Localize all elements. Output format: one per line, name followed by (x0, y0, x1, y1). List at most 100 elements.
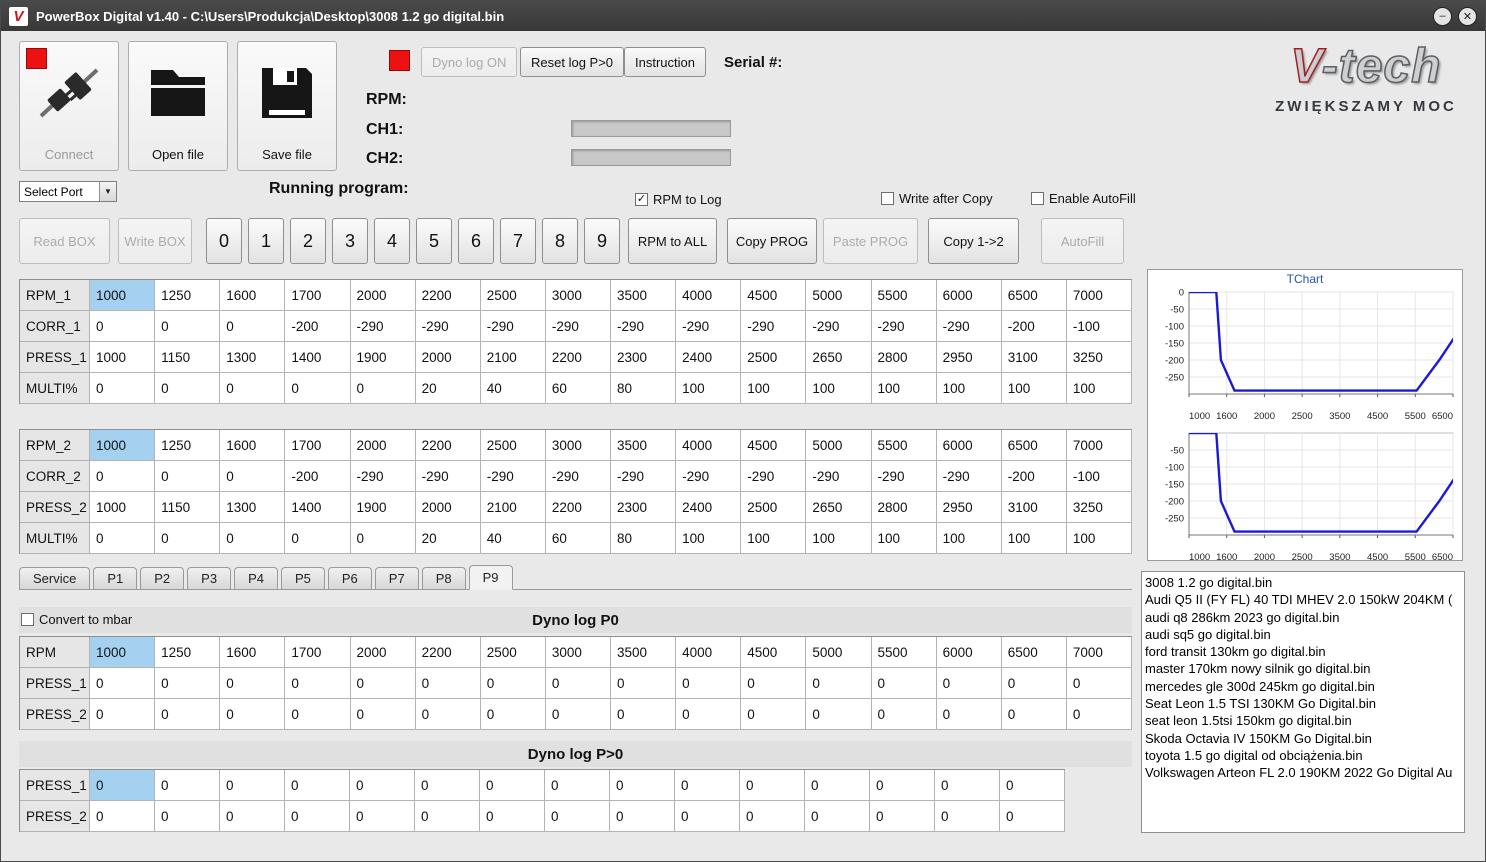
table-cell[interactable]: 0 (350, 770, 415, 801)
table-cell[interactable]: 1250 (155, 637, 221, 668)
checkbox-box-icon[interactable] (881, 192, 894, 205)
table-cell[interactable]: 0 (415, 668, 481, 699)
table-cell[interactable]: 7000 (1066, 637, 1132, 668)
table-cell[interactable]: 2300 (611, 492, 677, 523)
table-cell[interactable]: 5000 (806, 280, 872, 311)
table-cell[interactable]: 0 (90, 770, 155, 801)
table-cell[interactable]: 4500 (741, 637, 807, 668)
table-cell[interactable]: 0 (675, 770, 740, 801)
table-cell[interactable]: 0 (155, 699, 221, 730)
table-cell[interactable]: 0 (220, 770, 285, 801)
table-cell[interactable]: 7000 (1066, 430, 1132, 461)
table-cell[interactable]: -290 (806, 311, 872, 342)
table-cell[interactable]: 0 (871, 668, 937, 699)
table-cell[interactable]: 0 (90, 801, 155, 832)
table-cell[interactable]: 1150 (155, 342, 221, 373)
table-cell[interactable]: 0 (676, 668, 742, 699)
table-cell[interactable]: 0 (545, 801, 610, 832)
table-cell[interactable]: -290 (741, 311, 807, 342)
table-cell[interactable]: 0 (415, 770, 480, 801)
table-cell[interactable]: 0 (220, 699, 286, 730)
table-cell[interactable]: 6500 (1001, 430, 1067, 461)
table-cell[interactable]: -100 (1066, 311, 1132, 342)
table-cell[interactable]: 0 (610, 770, 675, 801)
table-cell[interactable]: 0 (415, 699, 481, 730)
table-cell[interactable]: 3000 (545, 280, 611, 311)
digit-button-7[interactable]: 7 (500, 218, 536, 264)
digit-button-4[interactable]: 4 (374, 218, 410, 264)
tab-p6[interactable]: P6 (327, 567, 372, 589)
table-cell[interactable]: 1150 (155, 492, 221, 523)
table-cell[interactable]: 4500 (741, 430, 807, 461)
table-cell[interactable]: 0 (90, 461, 156, 492)
table-cell[interactable]: 6500 (1001, 637, 1067, 668)
table-cell[interactable]: 2800 (871, 492, 937, 523)
table-cell[interactable]: 1600 (220, 637, 286, 668)
table-cell[interactable]: 0 (155, 801, 220, 832)
table-cell[interactable]: 2000 (415, 342, 481, 373)
table-cell[interactable]: 4000 (676, 637, 742, 668)
digit-button-3[interactable]: 3 (332, 218, 368, 264)
table-cell[interactable]: 1300 (220, 342, 286, 373)
table-cell[interactable]: 4500 (741, 280, 807, 311)
table-cell[interactable]: 0 (285, 523, 351, 554)
table-cell[interactable]: 0 (740, 801, 805, 832)
table-cell[interactable]: 7000 (1066, 280, 1132, 311)
table-cell[interactable]: -290 (936, 461, 1002, 492)
table-cell[interactable]: 80 (611, 523, 677, 554)
table-cell[interactable]: 1600 (220, 280, 286, 311)
table-cell[interactable]: 0 (545, 699, 611, 730)
table-cell[interactable]: -290 (415, 311, 481, 342)
table-cell[interactable]: 40 (480, 523, 546, 554)
table-cell[interactable]: 0 (740, 770, 805, 801)
table-cell[interactable]: -200 (1001, 461, 1067, 492)
table-cell[interactable]: 0 (741, 668, 807, 699)
table-cell[interactable]: 0 (480, 770, 545, 801)
table-cell[interactable]: 60 (545, 523, 611, 554)
table-cell[interactable]: 1250 (155, 280, 221, 311)
digit-button-1[interactable]: 1 (248, 218, 284, 264)
table-cell[interactable]: 0 (545, 668, 611, 699)
table-cell[interactable]: -200 (285, 311, 351, 342)
table-cell[interactable]: 2500 (741, 342, 807, 373)
table-cell[interactable]: 100 (936, 373, 1002, 404)
reset-log-button[interactable]: Reset log P>0 (520, 47, 625, 77)
table-cell[interactable]: -200 (285, 461, 351, 492)
digit-button-6[interactable]: 6 (458, 218, 494, 264)
table-cell[interactable]: 0 (610, 801, 675, 832)
table-cell[interactable]: 1900 (350, 492, 416, 523)
file-item[interactable]: toyota 1.5 go digital od obciążenia.bin (1145, 747, 1461, 764)
select-port-dropdown[interactable]: Select Port ▼ (19, 181, 117, 202)
table-cell[interactable]: -290 (611, 311, 677, 342)
table-cell[interactable]: -290 (480, 311, 546, 342)
checkbox-write-after-copy[interactable]: Write after Copy (881, 191, 993, 206)
table-cell[interactable]: 2650 (806, 342, 872, 373)
table-cell[interactable]: 0 (155, 311, 221, 342)
table-cell[interactable]: -290 (676, 461, 742, 492)
table-cell[interactable]: 0 (285, 770, 350, 801)
table-cell[interactable]: 60 (545, 373, 611, 404)
table-cell[interactable]: 2200 (415, 280, 481, 311)
table-cell[interactable]: 0 (155, 461, 221, 492)
table-cell[interactable]: -290 (741, 461, 807, 492)
table-cell[interactable]: 1300 (220, 492, 286, 523)
table-cell[interactable]: 0 (155, 523, 221, 554)
table-cell[interactable]: 100 (1001, 373, 1067, 404)
tab-p5[interactable]: P5 (280, 567, 325, 589)
table-cell[interactable]: 2000 (350, 430, 416, 461)
table-cell[interactable]: 20 (415, 523, 481, 554)
table-cell[interactable]: 6000 (936, 430, 1002, 461)
file-item[interactable]: ford transit 130km go digital.bin (1145, 643, 1461, 660)
checkbox-rpm-to-log[interactable]: ✓ RPM to Log (635, 192, 722, 207)
table-cell[interactable]: 0 (611, 699, 677, 730)
file-item[interactable]: Audi Q5 II (FY FL) 40 TDI MHEV 2.0 150kW… (1145, 591, 1461, 608)
tab-p8[interactable]: P8 (421, 567, 466, 589)
table-cell[interactable]: 4000 (676, 430, 742, 461)
copy-prog-button[interactable]: Copy PROG (727, 218, 817, 264)
table-cell[interactable]: 0 (285, 373, 351, 404)
table-cell[interactable]: 3500 (611, 430, 677, 461)
table-cell[interactable]: 2200 (545, 342, 611, 373)
table-cell[interactable]: 80 (611, 373, 677, 404)
table-cell[interactable]: 100 (871, 523, 937, 554)
table-cell[interactable]: 0 (1000, 770, 1065, 801)
